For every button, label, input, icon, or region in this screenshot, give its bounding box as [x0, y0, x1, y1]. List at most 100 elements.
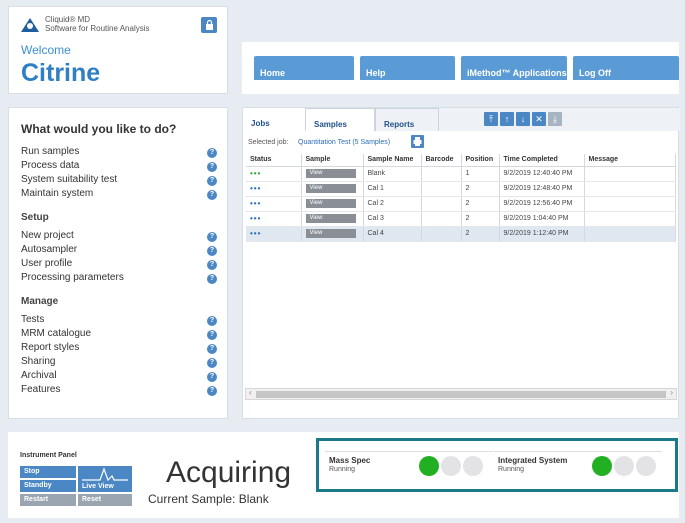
- menu-item-label: Features: [21, 384, 61, 395]
- app-tagline: Software for Routine Analysis: [45, 24, 150, 33]
- menu-item-label: New project: [21, 230, 74, 241]
- selected-job-link[interactable]: Quantitation Test (5 Samples): [298, 139, 390, 146]
- menu-item-processing-parameters[interactable]: Processing parameters?: [21, 272, 217, 286]
- nav-tab-logoff[interactable]: Log Off: [573, 56, 679, 80]
- reset-button[interactable]: Reset: [78, 494, 132, 506]
- move-to-top-icon[interactable]: ⤒: [484, 112, 498, 126]
- view-button[interactable]: View: [305, 169, 356, 178]
- menu-item-mrm-catalogue[interactable]: MRM catalogue?: [21, 328, 217, 342]
- sample-name: Cal 2: [363, 196, 422, 212]
- help-icon[interactable]: ?: [207, 372, 217, 382]
- help-icon[interactable]: ?: [207, 232, 217, 242]
- menu-item-maintain-system[interactable]: Maintain system?: [21, 188, 217, 202]
- column-header[interactable]: Status: [246, 154, 302, 167]
- menu-item-run-samples[interactable]: Run samples?: [21, 146, 217, 160]
- delete-icon[interactable]: ✕: [532, 112, 546, 126]
- nav-tab-help[interactable]: Help: [360, 56, 455, 80]
- table-row[interactable]: ••• View Cal 3 2 9/2/2019 1:04:40 PM: [246, 211, 676, 227]
- help-icon[interactable]: ?: [207, 176, 217, 186]
- tab-samples[interactable]: Samples: [305, 108, 375, 131]
- status-indicator: •••: [250, 169, 262, 178]
- menu-item-autosampler[interactable]: Autosampler?: [21, 244, 217, 258]
- menu-item-sharing[interactable]: Sharing?: [21, 356, 217, 370]
- position: 1: [461, 166, 500, 182]
- status-indicator: •••: [250, 184, 262, 193]
- column-header[interactable]: Position: [461, 154, 500, 167]
- column-header[interactable]: Message: [584, 154, 676, 167]
- column-header[interactable]: Sample Name: [363, 154, 422, 167]
- stop-button[interactable]: Stop: [20, 466, 76, 478]
- view-button[interactable]: View: [305, 229, 356, 238]
- lock-button[interactable]: [201, 17, 217, 33]
- view-button[interactable]: View: [305, 199, 356, 208]
- help-icon[interactable]: ?: [207, 358, 217, 368]
- menu-item-process-data[interactable]: Process data?: [21, 160, 217, 174]
- scroll-left-icon[interactable]: ‹: [249, 388, 252, 397]
- print-button[interactable]: [411, 135, 424, 148]
- live-view-button[interactable]: Live View: [78, 466, 132, 492]
- menu-item-label: Report styles: [21, 342, 80, 353]
- mass-spec-status: Mass Spec Running: [325, 451, 493, 477]
- move-up-icon[interactable]: ↑: [500, 112, 514, 126]
- help-icon[interactable]: ?: [207, 330, 217, 340]
- help-icon[interactable]: ?: [207, 190, 217, 200]
- sample-name: Cal 1: [363, 181, 422, 197]
- device-state: Running: [329, 466, 356, 473]
- instrument-panel: Instrument Panel Stop Standby Live View …: [8, 432, 679, 518]
- menu-item-new-project[interactable]: New project?: [21, 230, 217, 244]
- device-status-box: Mass Spec Running Integrated System Runn…: [316, 438, 678, 492]
- menu-item-system-suitability[interactable]: System suitability test?: [21, 174, 217, 188]
- move-to-bottom-icon[interactable]: ⤓: [548, 112, 562, 126]
- help-icon[interactable]: ?: [207, 162, 217, 172]
- table-row[interactable]: ••• View Cal 4 2 9/2/2019 1:12:40 PM: [246, 226, 676, 242]
- integrated-system-status: Integrated System Running: [494, 451, 662, 477]
- lock-icon: [205, 20, 213, 30]
- status-light-on: [592, 456, 612, 476]
- table-row[interactable]: ••• View Cal 1 2 9/2/2019 12:48:40 PM: [246, 181, 676, 197]
- help-icon[interactable]: ?: [207, 344, 217, 354]
- position: 2: [461, 211, 500, 227]
- menu-item-label: Sharing: [21, 356, 56, 367]
- menu-item-tests[interactable]: Tests?: [21, 314, 217, 328]
- help-icon[interactable]: ?: [207, 386, 217, 396]
- scroll-thumb[interactable]: [256, 391, 666, 398]
- view-button[interactable]: View: [305, 214, 356, 223]
- help-icon[interactable]: ?: [207, 260, 217, 270]
- menu-item-user-profile[interactable]: User profile?: [21, 258, 217, 272]
- user-name: Citrine: [21, 59, 101, 87]
- horizontal-scrollbar[interactable]: ‹ ›: [245, 388, 677, 400]
- time-completed: 9/2/2019 12:48:40 PM: [499, 181, 585, 197]
- barcode: [421, 166, 462, 182]
- column-header[interactable]: Sample: [301, 154, 364, 167]
- menu-item-archival[interactable]: Archival?: [21, 370, 217, 384]
- selected-job-label: Selected job:: [248, 139, 289, 146]
- menu-item-features[interactable]: Features?: [21, 384, 217, 398]
- menu-item-label: Processing parameters: [21, 272, 124, 283]
- table-row[interactable]: ••• View Cal 2 2 9/2/2019 12:56:40 PM: [246, 196, 676, 212]
- help-icon[interactable]: ?: [207, 246, 217, 256]
- tab-reports[interactable]: Reports: [375, 108, 439, 131]
- menu-section-setup: Setup: [21, 212, 49, 223]
- menu-item-report-styles[interactable]: Report styles?: [21, 342, 217, 356]
- restart-button[interactable]: Restart: [20, 494, 76, 506]
- task-menu: What would you like to do? Run samples? …: [8, 107, 228, 419]
- nav-tab-home[interactable]: Home: [254, 56, 354, 80]
- scroll-right-icon[interactable]: ›: [670, 388, 673, 397]
- tab-jobs[interactable]: Jobs: [243, 108, 305, 131]
- table-row[interactable]: ••• View Blank 1 9/2/2019 12:40:40 PM: [246, 166, 676, 182]
- menu-item-label: Archival: [21, 370, 57, 381]
- move-down-icon[interactable]: ↓: [516, 112, 530, 126]
- help-icon[interactable]: ?: [207, 316, 217, 326]
- menu-item-label: Maintain system: [21, 188, 94, 199]
- standby-button[interactable]: Standby: [20, 480, 76, 492]
- status-light-off: [441, 456, 461, 476]
- column-header[interactable]: Barcode: [421, 154, 462, 167]
- help-icon[interactable]: ?: [207, 274, 217, 284]
- nav-tab-imethod[interactable]: iMethod™ Applications: [461, 56, 567, 80]
- view-button[interactable]: View: [305, 184, 356, 193]
- menu-item-label: System suitability test: [21, 174, 118, 185]
- sample-name: Blank: [363, 166, 422, 182]
- column-header[interactable]: Time Completed: [499, 154, 585, 167]
- device-state: Running: [498, 466, 525, 473]
- help-icon[interactable]: ?: [207, 148, 217, 158]
